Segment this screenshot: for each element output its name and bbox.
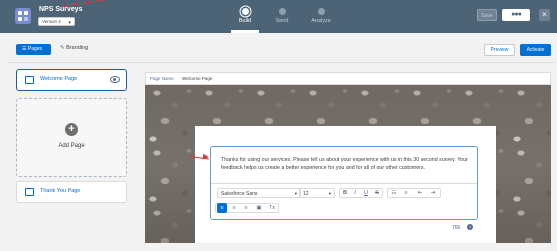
step-label: Build	[238, 18, 252, 24]
save-button[interactable]: Save	[477, 9, 497, 21]
plus-icon: +	[65, 123, 78, 136]
numbered-list-icon[interactable]: ≡	[401, 188, 411, 198]
app-header: NPS Surveys Version 4 ▾ Build Send Analy…	[0, 0, 557, 33]
step-send[interactable]: Send	[267, 8, 297, 24]
chevron-down-icon: ▾	[294, 190, 297, 196]
page-label: Thank You Page	[40, 188, 81, 194]
step-label: Send	[275, 18, 289, 24]
strikethrough-icon[interactable]: S	[372, 188, 382, 198]
version-value: Version 4	[42, 19, 61, 24]
rich-text-editor[interactable]: Thanks for using our services. Please te…	[210, 146, 478, 220]
font-size-value: 12	[303, 190, 309, 197]
active-step-indicator	[231, 30, 259, 33]
add-page-button[interactable]: + Add Page	[16, 98, 127, 177]
clear-format-icon[interactable]: Tx	[267, 203, 277, 213]
chevron-down-icon: ▾	[68, 20, 71, 26]
more-actions-button[interactable]: ●●●	[502, 9, 530, 21]
app-title: NPS Surveys	[39, 6, 83, 13]
add-page-label: Add Page	[58, 143, 85, 149]
page-name-bar: Page Name Welcome Page	[145, 72, 551, 85]
page-name-label: Page Name	[150, 76, 174, 81]
italic-icon[interactable]: I	[350, 188, 360, 198]
align-center-icon[interactable]: ≡	[229, 203, 239, 213]
tab-label: Pages	[27, 46, 43, 52]
font-size-select[interactable]: 12 ▾	[299, 188, 335, 198]
align-right-icon[interactable]: ≡	[241, 203, 251, 213]
tab-branding[interactable]: ✎ Branding	[60, 45, 88, 51]
preview-button[interactable]: Preview	[484, 44, 515, 56]
step-dot-icon	[317, 8, 325, 15]
info-icon[interactable]: i	[467, 224, 473, 230]
divider	[9, 62, 555, 63]
indent-increase-icon[interactable]: ⇥	[428, 188, 438, 198]
page-icon	[25, 76, 34, 84]
app-logo-icon	[15, 8, 31, 24]
page-icon	[25, 188, 34, 196]
close-button[interactable]: ×	[539, 9, 550, 21]
page-label: Welcome Page	[40, 76, 78, 82]
editor-text[interactable]: Thanks for using our services. Please te…	[221, 156, 476, 172]
activate-button[interactable]: Activate	[520, 44, 551, 56]
toolbar-divider	[211, 183, 477, 184]
page-item-thank-you[interactable]: Thank You Page	[16, 181, 127, 203]
tab-pages[interactable]: ☰ Pages	[16, 44, 51, 55]
char-count: 766	[452, 225, 461, 231]
underline-icon[interactable]: U	[361, 188, 371, 198]
eye-icon[interactable]	[110, 76, 120, 83]
indent-decrease-icon[interactable]: ⇤	[415, 188, 425, 198]
chevron-down-icon: ▾	[328, 190, 331, 196]
step-analyze[interactable]: Analyze	[306, 8, 336, 24]
tab-label: Branding	[66, 45, 89, 51]
step-label: Analyze	[311, 18, 331, 24]
bold-icon[interactable]: B	[340, 188, 350, 198]
step-dot-icon	[241, 8, 249, 15]
version-select[interactable]: Version 4 ▾	[38, 17, 75, 26]
page-name-value[interactable]: Welcome Page	[182, 76, 212, 81]
bullet-list-icon[interactable]: ☷	[389, 188, 399, 198]
align-left-icon[interactable]: ≡	[217, 203, 227, 213]
page-item-welcome[interactable]: Welcome Page	[16, 69, 127, 91]
step-dot-icon	[278, 8, 286, 15]
font-family-select[interactable]: Salesforce Sans ▾	[217, 188, 301, 198]
step-build[interactable]: Build	[230, 8, 260, 24]
image-icon[interactable]: ▣	[254, 203, 264, 213]
font-family-value: Salesforce Sans	[221, 190, 258, 197]
annotation-arrow-head	[202, 153, 210, 161]
